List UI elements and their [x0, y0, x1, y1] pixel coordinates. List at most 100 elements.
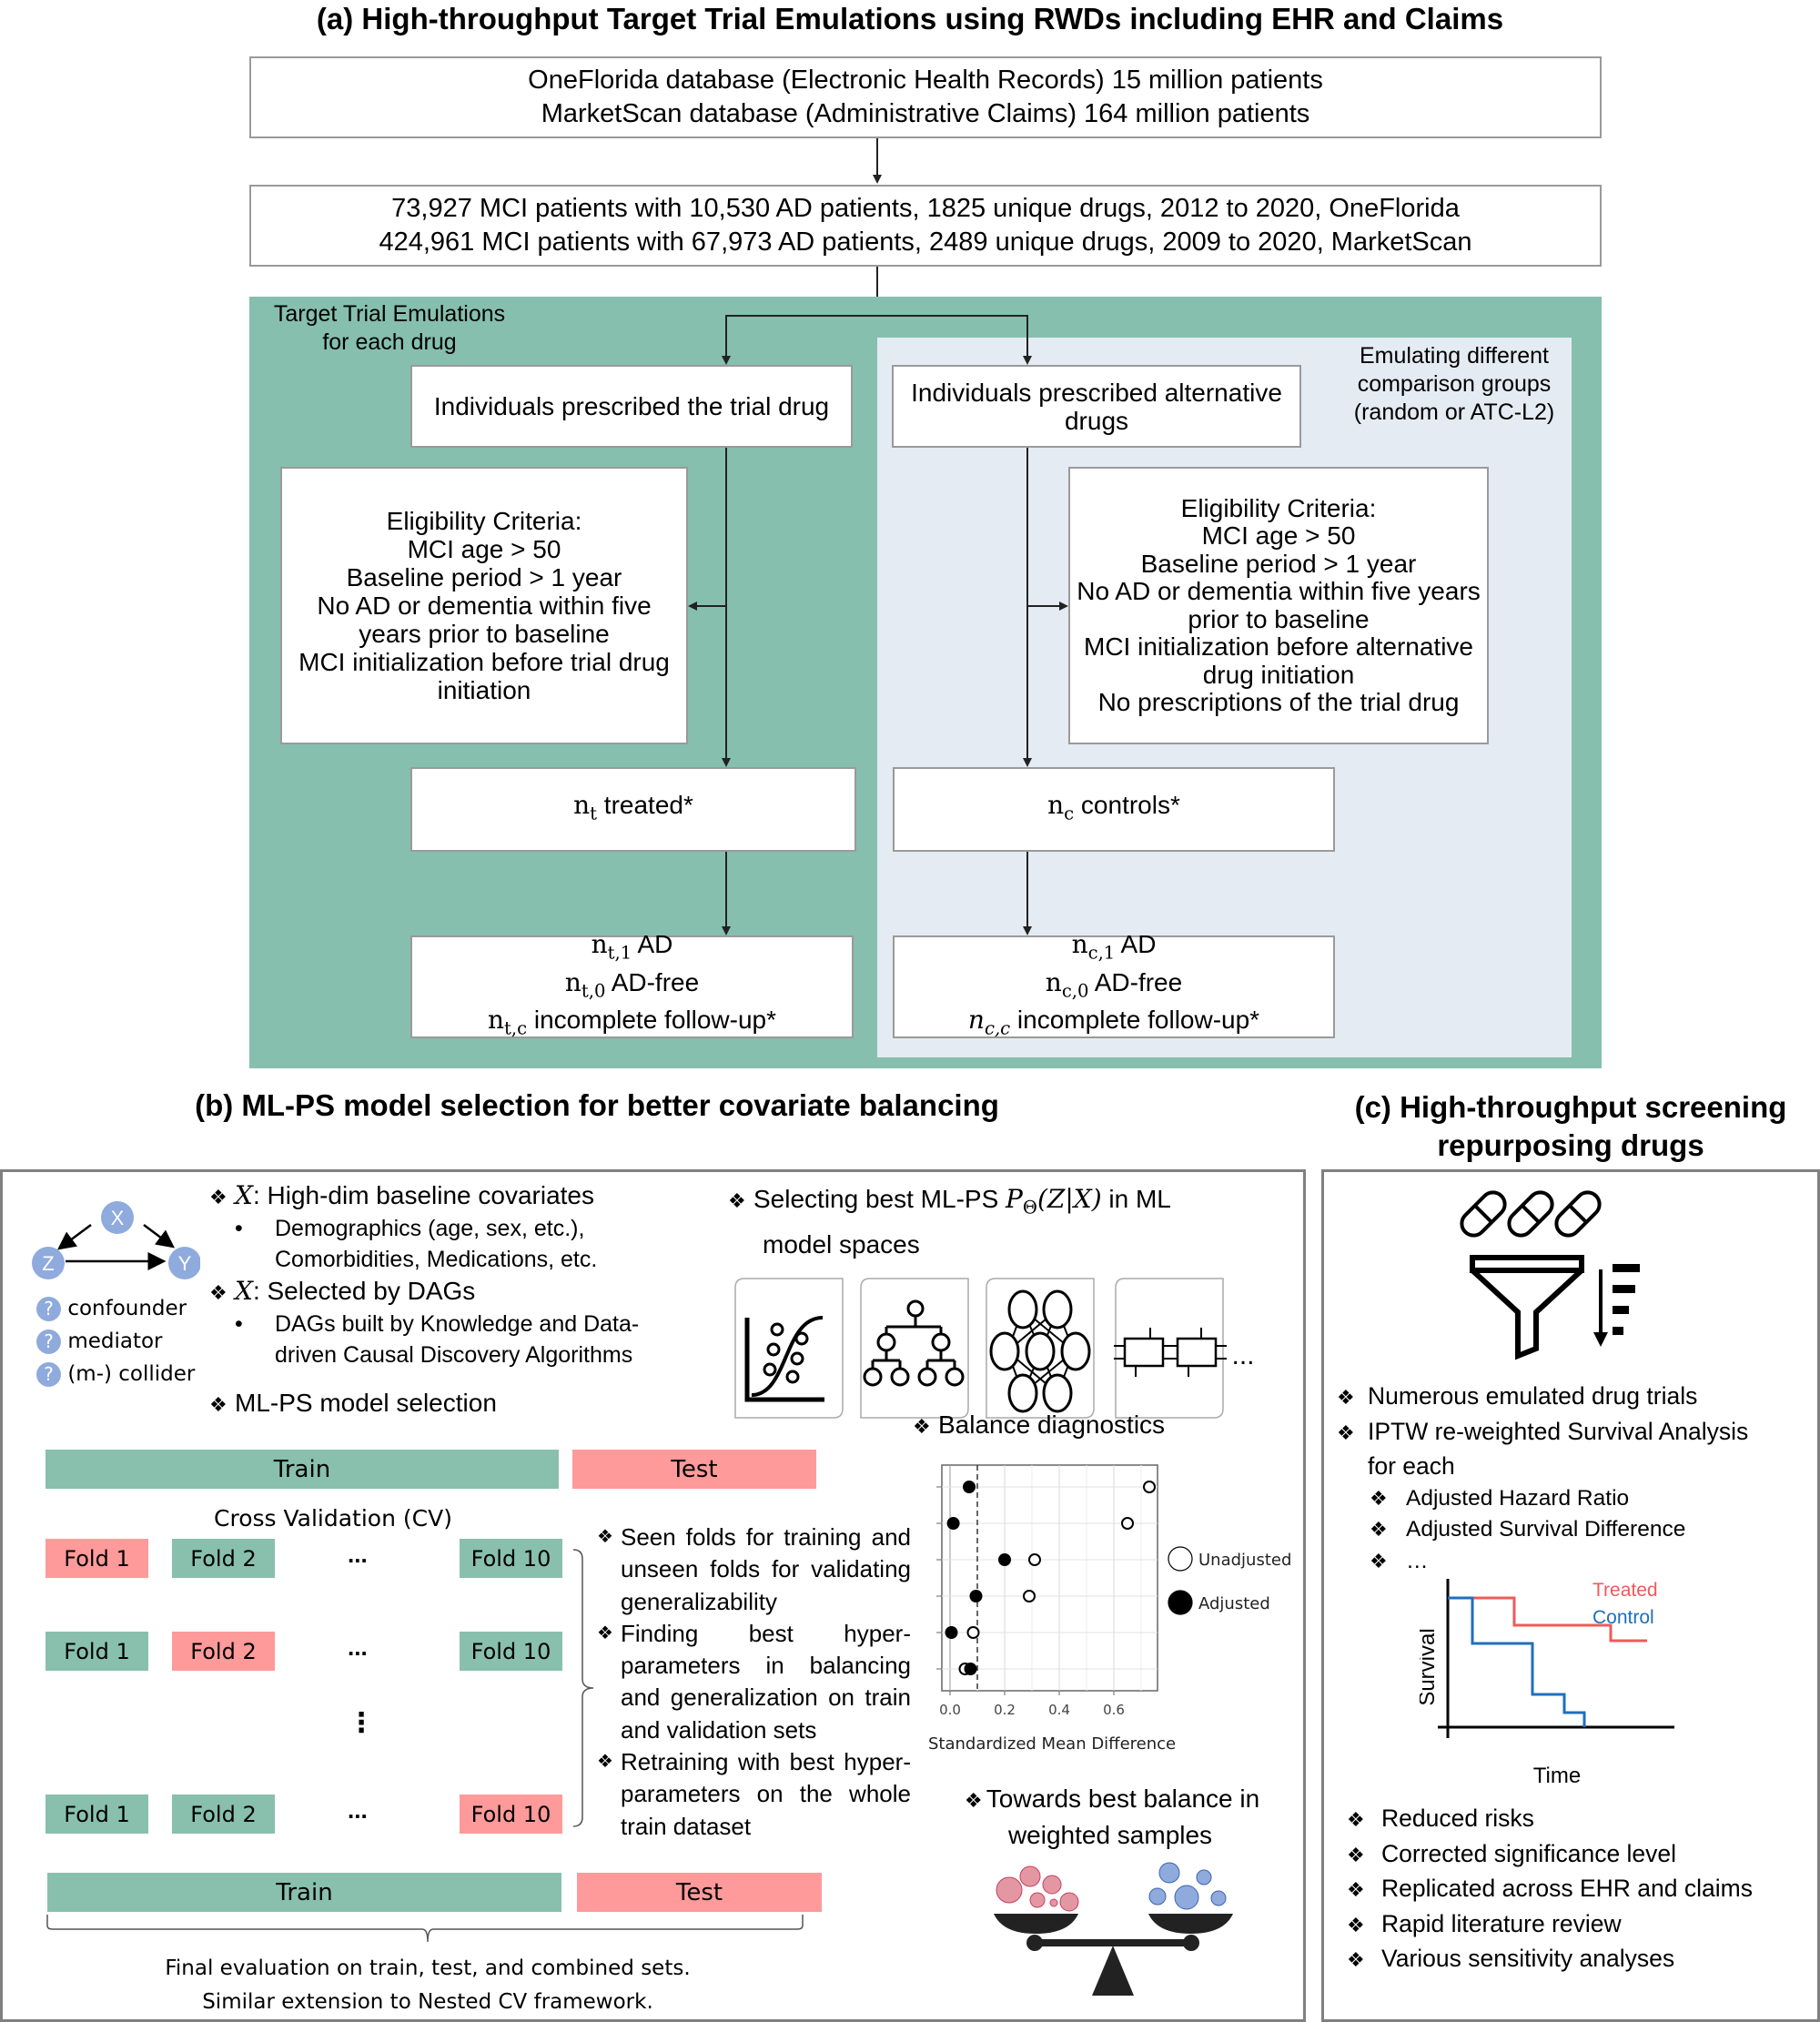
diamond-bullet-icon: ❖	[1370, 1486, 1388, 1510]
outcome-line: nc,1 AD	[1071, 929, 1157, 964]
eligibility-line: years prior to baseline	[359, 620, 610, 648]
control-count-box: nc controls*	[893, 767, 1335, 852]
arrow-down-icon	[1023, 758, 1032, 767]
test-bar: Test	[572, 1450, 816, 1489]
connector-line	[697, 605, 725, 607]
adjusted-point	[963, 1481, 976, 1493]
outcome-line: nt,0 AD-free	[564, 966, 700, 1002]
adjusted-point	[964, 1663, 977, 1675]
covariates-sub: • Demographics (age, sex, etc.), Comorbid…	[209, 1213, 719, 1275]
legend-label: Unadjusted	[1198, 1551, 1291, 1570]
connector-line	[1026, 852, 1028, 926]
tte-label: Target Trial Emulations for each drug	[253, 300, 526, 357]
chart-x-label: Standardized Mean Difference	[928, 1734, 1176, 1754]
final-train-bar: Train	[47, 1873, 561, 1912]
dot-bullet-icon: •	[235, 1311, 243, 1337]
database-line: OneFlorida database (Electronic Health R…	[528, 66, 1323, 95]
outcome-bullet: ❖ Reduced risks	[1347, 1802, 1815, 1837]
screening-sub-bullet: ❖ Adjusted Hazard Ratio	[1370, 1483, 1815, 1515]
eligibility-line: MCI age > 50	[407, 535, 561, 563]
eligibility-line: Eligibility Criteria:	[1180, 493, 1377, 522]
outcome-line: nc,c incomplete follow-up*	[967, 1005, 1260, 1039]
survival-x-label: Time	[1533, 1764, 1581, 1788]
arrow-down-icon	[1023, 356, 1032, 365]
comparison-note: Emulating different comparison groups (r…	[1336, 342, 1572, 427]
pill-icon	[1460, 1190, 1602, 1238]
eligibility-line: drug initiation	[1202, 660, 1355, 689]
alternative-drug-box: Individuals prescribed alternative drugs	[892, 365, 1301, 448]
diamond-bullet-icon: ❖	[728, 1189, 746, 1212]
outcome-line: nt,c incomplete follow-up*	[487, 1005, 777, 1039]
dag-edge	[56, 1223, 92, 1250]
balance-diagnostics-title: ❖ Balance diagnostics	[913, 1409, 1165, 1442]
diamond-bullet-icon: ❖	[597, 1623, 613, 1643]
outcome-bullet: ❖ Corrected significance level	[1347, 1837, 1815, 1873]
validation-fold: Fold 2	[172, 1632, 275, 1671]
outcome-bullet: ❖ Rapid literature review	[1347, 1907, 1815, 1943]
funnel-icon	[1470, 1255, 1584, 1360]
alternative-drug-label: Individuals prescribed alternative	[911, 378, 1282, 407]
training-fold: Fold 10	[460, 1539, 562, 1578]
eligibility-line: prior to baseline	[1188, 604, 1370, 633]
diamond-bullet-icon: ❖	[1347, 1913, 1365, 1936]
treated-count-box: nt treated*	[410, 767, 856, 852]
question-icon: ?	[36, 1362, 61, 1387]
arrow-right-icon	[1059, 602, 1068, 611]
training-fold: Fold 1	[46, 1795, 148, 1834]
covariates-bullet: ❖ X: Selected by DAGs	[209, 1275, 719, 1309]
adjusted-point	[946, 1517, 960, 1530]
databases-box: OneFlorida database (Electronic Health R…	[249, 56, 1602, 138]
dag-diagram: X Z Y	[32, 1201, 200, 1279]
screening-sub-bullets: ❖ Adjusted Hazard Ratio ❖ Adjusted Surviva…	[1333, 1483, 1815, 1578]
comparison-note-line: comparison groups	[1357, 371, 1552, 397]
adjusted-point	[969, 1590, 983, 1602]
sort-descending-icon	[1593, 1264, 1640, 1347]
screening-bullets: ❖ Numerous emulated drug trials ❖ IPTW re-…	[1333, 1380, 1815, 1577]
alternative-drug-label: drugs	[1064, 406, 1129, 435]
diamond-bullet-icon: ❖	[209, 1186, 228, 1208]
chart-x-tick-label: 0.6	[1103, 1702, 1125, 1718]
eligibility-line: No prescriptions of the trial drug	[1097, 688, 1460, 716]
arrow-down-icon	[873, 175, 882, 184]
final-note-line: Final evaluation on train, test, and com…	[165, 1956, 691, 1980]
diamond-bullet-icon: ❖	[1347, 1843, 1365, 1866]
screening-bullet-cont: for each	[1368, 1452, 1455, 1480]
trial-drug-label: Individuals prescribed the trial drug	[433, 392, 830, 420]
question-icon: ?	[36, 1297, 61, 1321]
outcome-bullet: ❖ Various sensitivity analyses	[1347, 1942, 1815, 1977]
cohort-box: 73,927 MCI patients with 10,530 AD patie…	[249, 185, 1602, 267]
model-selection-bullet: ❖ ML-PS model selection	[209, 1387, 719, 1420]
connector-line	[1026, 448, 1028, 758]
database-line: MarketScan database (Administrative Clai…	[541, 99, 1310, 128]
covariates-list: ❖ X: High-dim baseline covariates • Demogr…	[209, 1179, 719, 1420]
covariates-bullet: ❖ X: High-dim baseline covariates	[209, 1179, 719, 1213]
diamond-bullet-icon: ❖	[209, 1393, 228, 1416]
tte-label-line: Target Trial Emulations	[273, 301, 506, 327]
legend-control: Control	[1592, 1607, 1654, 1628]
eligibility-line: MCI initialization before trial drug	[298, 648, 670, 676]
towards-balance-title: ❖ Towards best balance in weighted sample…	[919, 1782, 1301, 1853]
diamond-bullet-icon: ❖	[1337, 1386, 1355, 1409]
outcome-line: nc,0 AD-free	[1045, 966, 1183, 1002]
chart-x-tick-label: 0.4	[1048, 1702, 1070, 1718]
brace-icon	[572, 1549, 594, 1827]
connector-line	[725, 315, 727, 356]
eligibility-line: initiation	[437, 676, 531, 704]
screening-bullet: ❖ IPTW re-weighted Survival Analysis	[1333, 1415, 1815, 1451]
diamond-bullet-icon: ❖	[1347, 1878, 1365, 1901]
outcome-bullet: ❖ Replicated across EHR and claims	[1347, 1872, 1815, 1907]
balance-scale-icon	[994, 1862, 1233, 1996]
unadjusted-point	[966, 1626, 980, 1639]
question-icon: ?	[36, 1329, 61, 1354]
adjusted-point	[998, 1553, 1011, 1566]
connector-line	[876, 138, 878, 175]
trial-drug-box: Individuals prescribed the trial drug	[410, 365, 853, 448]
control-outcomes-box: nc,1 AD nc,0 AD-free nc,c incomplete fol…	[893, 930, 1335, 1039]
fold-ellipsis: ...	[348, 1541, 368, 1568]
diamond-bullet-icon: ❖	[1347, 1948, 1365, 1971]
train-bar: Train	[46, 1450, 559, 1489]
fold-ellipsis: ...	[348, 1633, 368, 1661]
legend-treated: Treated	[1592, 1580, 1658, 1601]
diamond-bullet-icon: ❖	[913, 1415, 931, 1438]
treated-outcomes-box: nt,1 AD nt,0 AD-free nt,c incomplete fol…	[410, 930, 854, 1039]
